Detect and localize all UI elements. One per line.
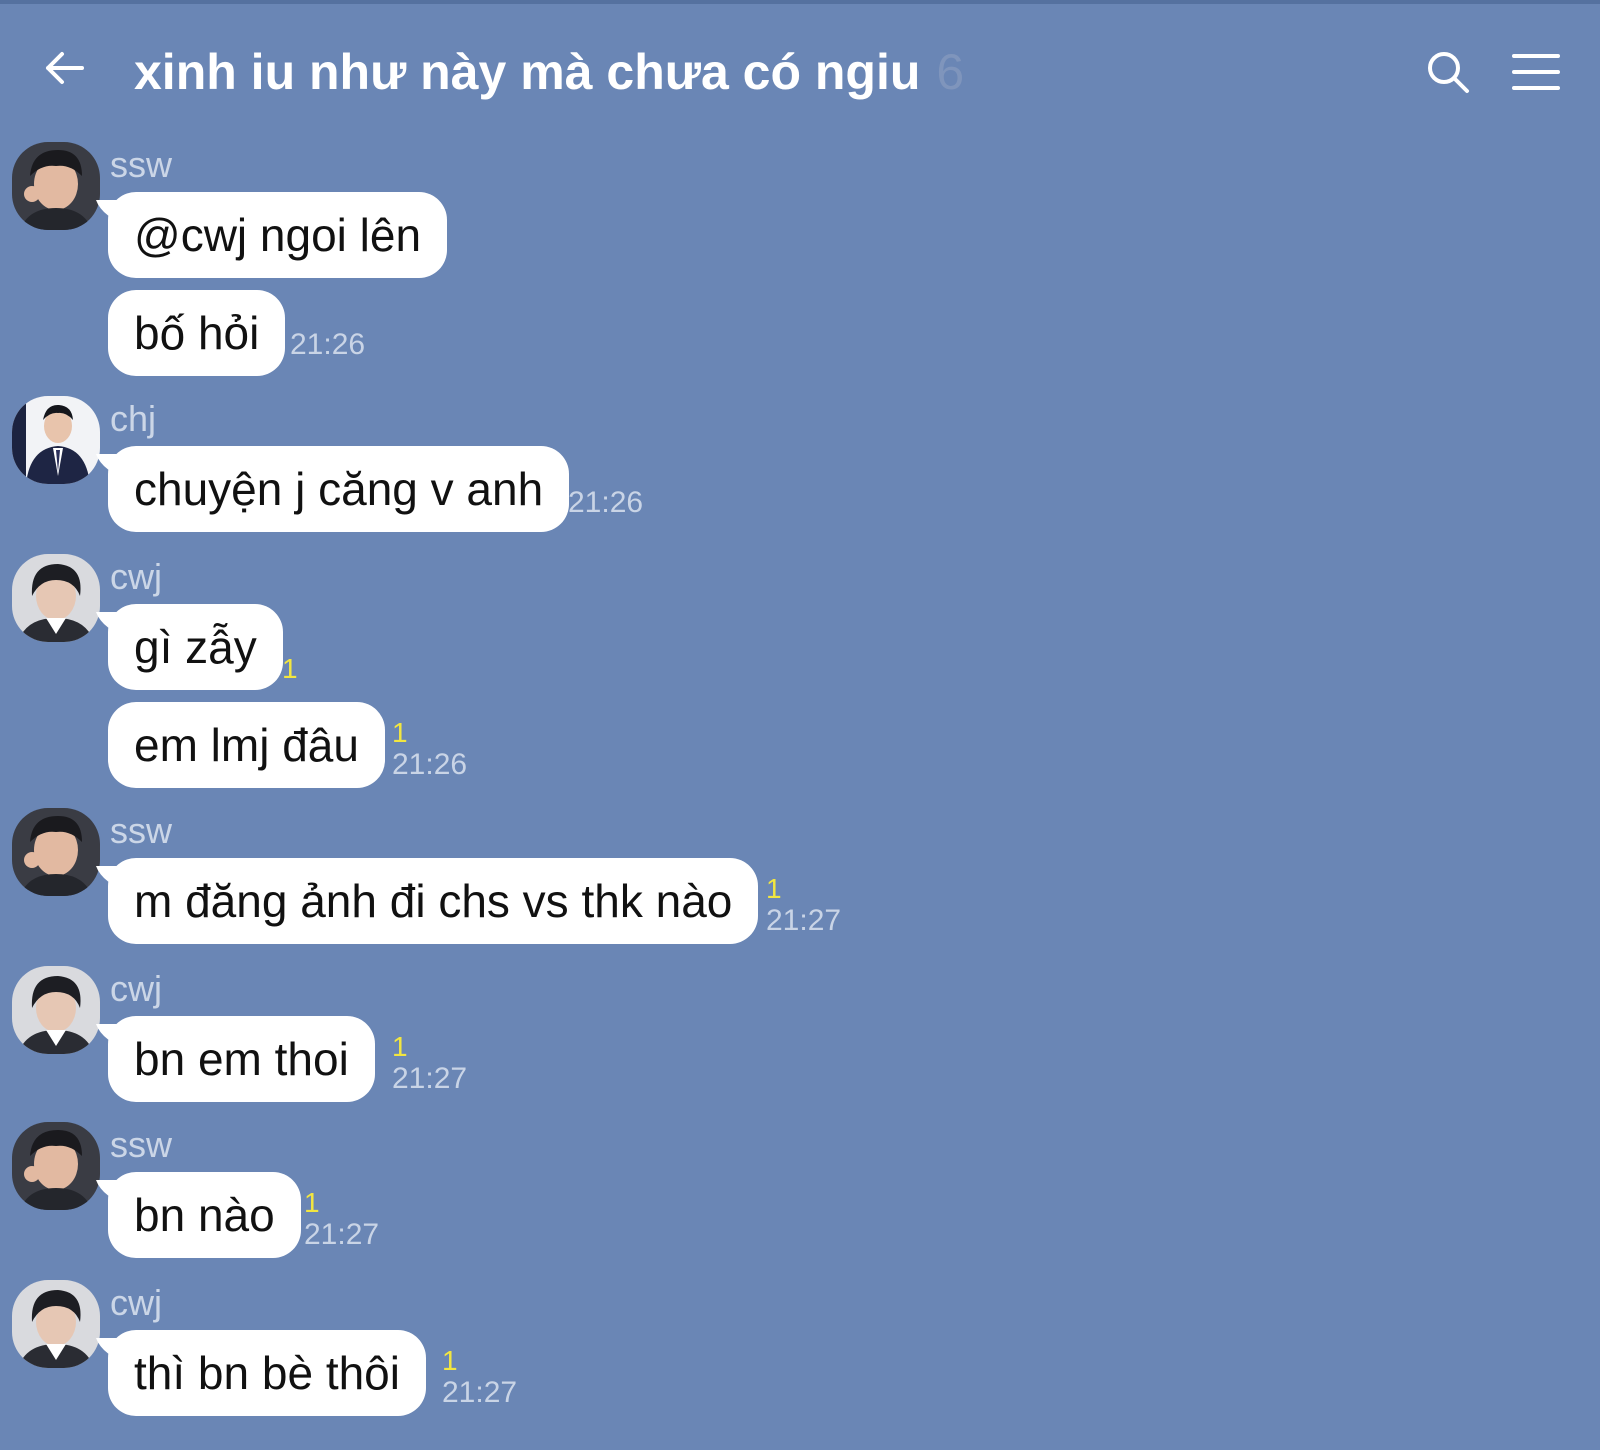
chat-title[interactable]: xinh iu như này mà chưa có ngiu 6 xyxy=(134,40,964,104)
message-bubble[interactable]: @cwj ngoi lên xyxy=(108,192,448,278)
avatar-ssw-image xyxy=(12,808,100,896)
message-text: bn em thoi xyxy=(134,1033,349,1085)
message-meta: 1 xyxy=(282,654,298,684)
avatar-chj-image xyxy=(12,396,100,484)
sender-name: ssw xyxy=(110,1124,172,1165)
message-text: bn nào xyxy=(134,1189,275,1241)
back-button[interactable] xyxy=(36,40,92,96)
avatar-cwj[interactable] xyxy=(12,1280,100,1368)
avatar-cwj[interactable] xyxy=(12,966,100,1054)
sender-name: cwj xyxy=(110,556,162,597)
message-bubble[interactable]: bố hỏi xyxy=(108,290,286,376)
unread-count: 1 xyxy=(304,1187,320,1218)
avatar-ssw[interactable] xyxy=(12,808,100,896)
avatar-cwj-image xyxy=(12,554,100,642)
unread-count: 1 xyxy=(442,1345,458,1376)
avatar-ssw-image xyxy=(12,142,100,230)
message-meta: 1 21:27 xyxy=(766,874,841,938)
search-icon xyxy=(1428,52,1469,93)
avatar-ssw[interactable] xyxy=(12,142,100,230)
message-time: 21:27 xyxy=(392,1062,468,1095)
message-text: thì bn bè thôi xyxy=(134,1347,400,1399)
avatar-cwj[interactable] xyxy=(12,554,100,642)
message-text: bố hỏi xyxy=(134,307,260,359)
message-time: 21:26 xyxy=(392,748,468,781)
message-bubble[interactable]: bn em thoi xyxy=(108,1016,375,1102)
search-button[interactable] xyxy=(1420,44,1476,100)
hamburger-menu-icon xyxy=(1512,54,1560,90)
chat-header: xinh iu như này mà chưa có ngiu 6 xyxy=(0,4,1600,124)
sender-name: cwj xyxy=(110,968,162,1009)
message-time: 21:27 xyxy=(304,1218,380,1251)
message-time: 21:27 xyxy=(442,1376,518,1409)
message-text: m đăng ảnh đi chs vs thk nào xyxy=(134,875,733,927)
avatar-chj[interactable] xyxy=(12,396,100,484)
avatar-ssw-image xyxy=(12,1122,100,1210)
arrow-left-icon xyxy=(46,52,84,84)
message-bubble[interactable]: gì zẫy xyxy=(108,604,283,690)
message-time: 21:27 xyxy=(766,904,842,937)
message-text: @cwj ngoi lên xyxy=(134,209,422,261)
member-count: 6 xyxy=(936,44,965,100)
message-meta: 21:26 xyxy=(568,486,643,520)
message-meta: 1 21:27 xyxy=(304,1188,379,1252)
message-time: 21:26 xyxy=(568,486,644,519)
message-text: chuyện j căng v anh xyxy=(134,463,544,515)
avatar-cwj-image xyxy=(12,966,100,1054)
menu-button[interactable] xyxy=(1508,44,1564,100)
avatar-cwj-image xyxy=(12,1280,100,1368)
sender-name: cwj xyxy=(110,1282,162,1323)
message-meta: 1 21:27 xyxy=(392,1032,467,1096)
message-meta: 1 21:27 xyxy=(442,1346,517,1410)
message-bubble[interactable]: thì bn bè thôi xyxy=(108,1330,426,1416)
avatar-ssw[interactable] xyxy=(12,1122,100,1210)
message-bubble[interactable]: em lmj đâu xyxy=(108,702,385,788)
sender-name: ssw xyxy=(110,810,172,851)
message-text: em lmj đâu xyxy=(134,719,359,771)
sender-name: chj xyxy=(110,398,157,439)
message-list[interactable]: ssw @cwj ngoi lên bố hỏi 21:26 chj chuyệ… xyxy=(0,124,1600,1450)
message-bubble[interactable]: chuyện j căng v anh xyxy=(108,446,570,532)
message-meta: 1 21:26 xyxy=(392,718,467,782)
message-time: 21:26 xyxy=(290,328,366,361)
message-bubble[interactable]: m đăng ảnh đi chs vs thk nào xyxy=(108,858,759,944)
message-bubble[interactable]: bn nào xyxy=(108,1172,301,1258)
sender-name: ssw xyxy=(110,144,172,185)
unread-count: 1 xyxy=(766,873,782,904)
message-text: gì zẫy xyxy=(134,621,257,673)
unread-count: 1 xyxy=(392,1031,408,1062)
unread-count: 1 xyxy=(392,717,408,748)
chat-room-name: xinh iu như này mà chưa có ngiu xyxy=(134,44,921,100)
unread-count: 1 xyxy=(282,653,298,684)
message-meta: 21:26 xyxy=(290,328,365,362)
